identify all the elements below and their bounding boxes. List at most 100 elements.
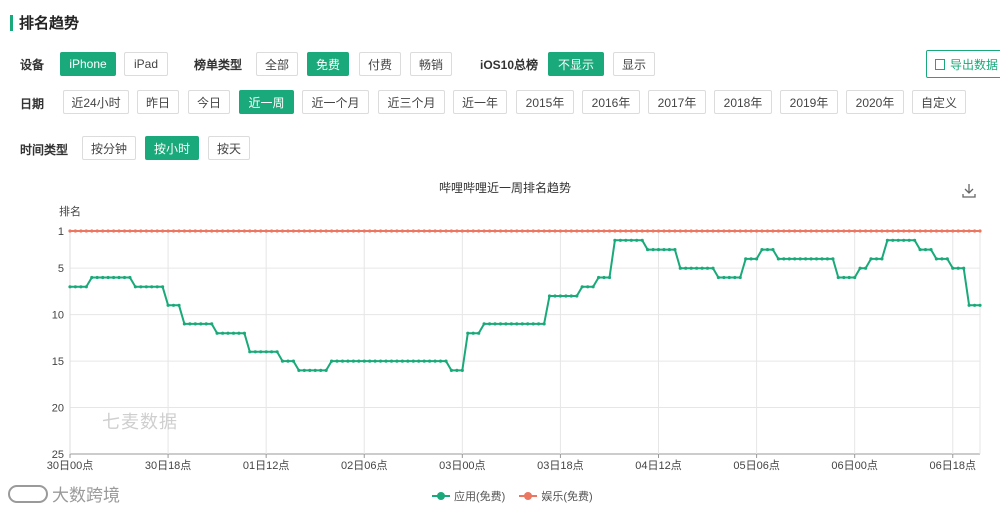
series-point-1 — [537, 229, 541, 233]
series-point-0 — [400, 359, 404, 363]
date-option-year[interactable]: 近一年 — [453, 90, 507, 114]
series-point-0 — [711, 266, 715, 270]
series-point-1 — [711, 229, 715, 233]
device-option-iphone[interactable]: iPhone — [60, 52, 116, 76]
series-point-1 — [79, 229, 83, 233]
ios10-option-hide[interactable]: 不显示 — [548, 52, 604, 76]
series-point-0 — [564, 294, 568, 298]
series-point-1 — [253, 229, 257, 233]
series-point-0 — [84, 285, 88, 289]
list-type-all[interactable]: 全部 — [256, 52, 298, 76]
series-point-1 — [809, 229, 813, 233]
date-option-24h[interactable]: 近24小时 — [63, 90, 129, 114]
export-data-button[interactable]: 导出数据 — [926, 50, 1000, 78]
series-point-1 — [940, 229, 944, 233]
series-point-0 — [155, 285, 159, 289]
series-point-0 — [869, 257, 873, 261]
series-point-1 — [727, 229, 731, 233]
series-point-1 — [357, 229, 361, 233]
series-point-0 — [825, 257, 830, 261]
list-type-grossing[interactable]: 畅销 — [410, 52, 452, 76]
series-point-0 — [618, 238, 623, 242]
date-option-three-months[interactable]: 近三个月 — [378, 90, 445, 114]
series-point-0 — [962, 266, 966, 270]
series-point-1 — [433, 229, 437, 233]
section-title: 排名趋势 — [10, 12, 79, 33]
series-point-0 — [569, 294, 573, 298]
date-option-2016[interactable]: 2016年 — [582, 90, 640, 114]
series-point-0 — [624, 238, 628, 242]
series-point-1 — [466, 229, 470, 233]
time-type-day[interactable]: 按天 — [208, 136, 250, 160]
x-tick-label: 04日12点 — [635, 459, 681, 472]
series-point-1 — [193, 229, 197, 233]
series-point-0 — [139, 285, 143, 289]
list-type-free[interactable]: 免费 — [307, 52, 349, 76]
series-point-0 — [368, 359, 372, 363]
series-point-1 — [586, 229, 590, 233]
date-option-custom[interactable]: 自定义 — [912, 90, 966, 114]
series-point-1 — [733, 229, 737, 233]
corner-watermark: 大数跨境 — [8, 481, 120, 506]
date-option-2018[interactable]: 2018年 — [714, 90, 772, 114]
series-point-0 — [444, 359, 448, 363]
series-point-0 — [864, 266, 868, 270]
series-point-1 — [847, 229, 851, 233]
date-option-2015[interactable]: 2015年 — [516, 90, 574, 114]
series-point-1 — [84, 229, 88, 233]
series-point-1 — [564, 229, 568, 233]
device-option-ipad[interactable]: iPad — [124, 52, 168, 76]
series-point-1 — [956, 229, 960, 233]
time-type-hour[interactable]: 按小时 — [145, 136, 199, 160]
series-point-0 — [782, 257, 786, 261]
series-point-1 — [640, 229, 644, 233]
series-point-1 — [297, 229, 301, 233]
series-point-1 — [662, 229, 666, 233]
series-point-1 — [542, 229, 546, 233]
series-point-0 — [820, 257, 824, 261]
series-point-1 — [411, 229, 415, 233]
series-point-0 — [793, 257, 797, 261]
series-point-1 — [422, 229, 426, 233]
ios10-option-show[interactable]: 显示 — [613, 52, 655, 76]
series-point-1 — [368, 229, 372, 233]
rank-trend-chart: 哔哩哔哩近一周排名趋势排名151015202530日00点 30日18点 01日12… — [47, 180, 982, 472]
title-accent-bar — [10, 14, 13, 31]
export-icon — [935, 58, 945, 70]
y-axis-label: 排名 — [59, 204, 81, 218]
series-point-0 — [973, 303, 977, 307]
x-tick-label: 30日18点 — [145, 459, 191, 472]
series-point-0 — [433, 359, 437, 363]
chart-download-icon[interactable] — [962, 183, 976, 199]
date-option-today[interactable]: 今日 — [188, 90, 230, 114]
date-option-yesterday[interactable]: 昨日 — [137, 90, 179, 114]
series-point-1 — [793, 229, 797, 233]
series-point-1 — [755, 229, 759, 233]
series-point-1 — [684, 229, 688, 233]
series-point-1 — [667, 229, 672, 233]
list-type-paid[interactable]: 付费 — [359, 52, 401, 76]
series-point-0 — [771, 248, 775, 252]
series-point-1 — [455, 229, 459, 233]
series-point-0 — [280, 359, 285, 363]
series-point-0 — [373, 359, 377, 363]
series-point-0 — [253, 350, 257, 354]
series-point-0 — [340, 359, 345, 363]
series-point-1 — [907, 229, 911, 233]
series-point-0 — [951, 266, 955, 270]
date-option-week[interactable]: 近一周 — [239, 90, 294, 114]
legend-item-app[interactable]: 应用(免费) — [432, 488, 505, 504]
series-point-1 — [395, 229, 399, 233]
date-option-2020[interactable]: 2020年 — [846, 90, 904, 114]
series-point-1 — [602, 229, 606, 233]
series-point-1 — [531, 229, 535, 233]
legend-item-entertainment[interactable]: 娱乐(免费) — [519, 488, 593, 504]
date-option-2017[interactable]: 2017年 — [648, 90, 706, 114]
series-point-1 — [139, 229, 143, 233]
date-option-2019[interactable]: 2019年 — [780, 90, 838, 114]
time-type-minute[interactable]: 按分钟 — [82, 136, 136, 160]
series-point-0 — [406, 359, 410, 363]
series-point-1 — [264, 229, 268, 233]
series-point-1 — [444, 229, 448, 233]
date-option-month[interactable]: 近一个月 — [302, 90, 369, 114]
